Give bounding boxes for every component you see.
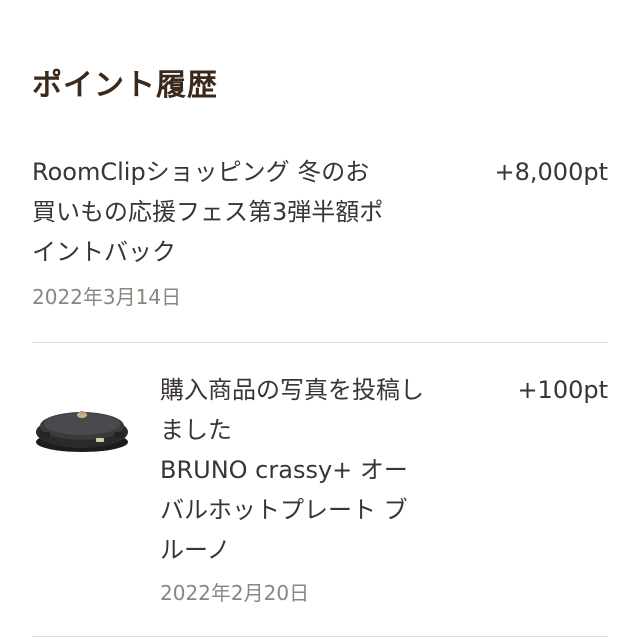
history-item-description: 購入商品の写真を投稿し ました BRUNO crassy+ オー バルホットプレ… bbox=[160, 376, 424, 564]
history-item-points: +8,000pt bbox=[494, 158, 608, 186]
history-item: 購入商品の写真を投稿し ました BRUNO crassy+ オー バルホットプレ… bbox=[32, 344, 608, 640]
history-item-description: RoomClipショッピング 冬のお 買いもの応援フェス第3弾半額ポ イントバッ… bbox=[32, 158, 384, 266]
history-item-date: 2022年3月14日 bbox=[32, 285, 182, 309]
history-item: RoomClipショッピング 冬のお 買いもの応援フェス第3弾半額ポ イントバッ… bbox=[32, 152, 608, 342]
product-image bbox=[36, 411, 128, 452]
divider bbox=[32, 342, 608, 343]
page-title: ポイント履歴 bbox=[32, 68, 218, 103]
divider bbox=[32, 636, 608, 637]
history-item-points: +100pt bbox=[517, 376, 608, 404]
history-item-date: 2022年2月20日 bbox=[160, 581, 310, 605]
